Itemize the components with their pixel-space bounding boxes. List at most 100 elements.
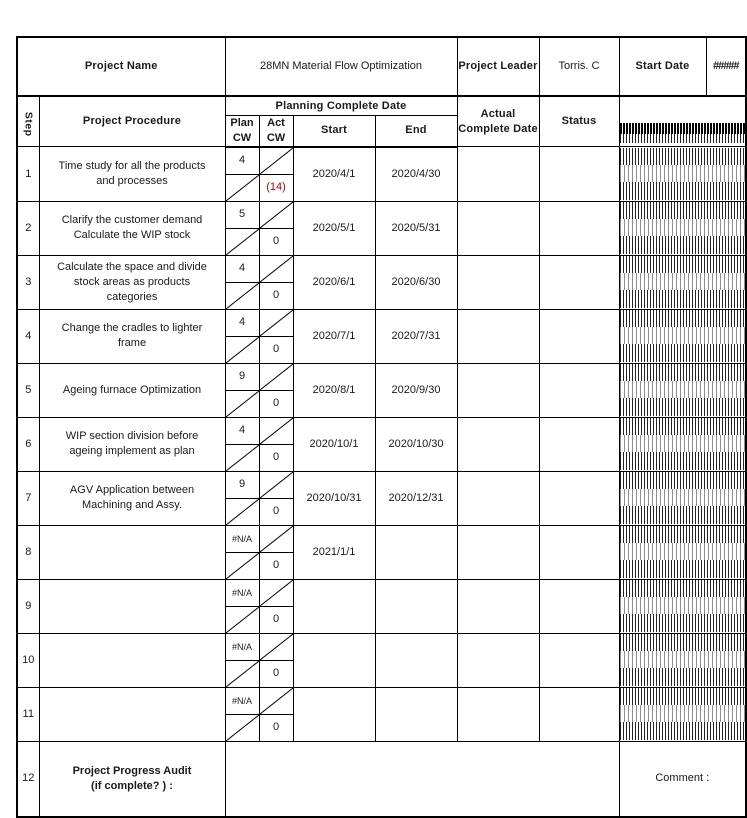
row-plan-cw[interactable]: 9	[224, 362, 260, 391]
row-status[interactable]	[538, 632, 620, 688]
gantt-bar-dense-2	[620, 398, 744, 417]
row-start-date[interactable]: 2020/4/1	[292, 146, 376, 202]
row-status[interactable]	[538, 416, 620, 472]
row-actual-complete-date[interactable]	[456, 200, 540, 256]
row-actual-complete-date[interactable]	[456, 632, 540, 688]
row-start-date[interactable]: 2020/6/1	[292, 254, 376, 310]
row-timeline-gantt[interactable]	[618, 416, 747, 472]
row-act-cw[interactable]: 0	[258, 659, 294, 688]
row-actual-complete-date[interactable]	[456, 416, 540, 472]
row-end-date[interactable]: 2020/4/30	[374, 146, 458, 202]
row-procedure[interactable]: Ageing furnace Optimization	[38, 362, 226, 418]
row-procedure[interactable]	[38, 578, 226, 634]
row-plan-cw[interactable]: #N/A	[224, 632, 260, 661]
project-leader-value[interactable]: Torris. C	[538, 36, 620, 97]
row-plan-cw[interactable]: 4	[224, 308, 260, 337]
row-act-cw[interactable]: 0	[258, 605, 294, 634]
row-end-date[interactable]	[374, 686, 458, 742]
comment-field[interactable]: Comment :	[618, 740, 747, 818]
row-end-date[interactable]: 2020/7/31	[374, 308, 458, 364]
row-end-date[interactable]: 2020/10/30	[374, 416, 458, 472]
row-act-cw[interactable]: 0	[258, 389, 294, 418]
row-procedure[interactable]	[38, 524, 226, 580]
row-status[interactable]	[538, 254, 620, 310]
row-act-cw[interactable]: 0	[258, 443, 294, 472]
row-end-date[interactable]	[374, 632, 458, 688]
row-actual-complete-date[interactable]	[456, 686, 540, 742]
row-timeline-gantt[interactable]	[618, 200, 747, 256]
row-end-date[interactable]	[374, 524, 458, 580]
row-start-date[interactable]	[292, 632, 376, 688]
row-status[interactable]	[538, 146, 620, 202]
row-actual-complete-date[interactable]	[456, 524, 540, 580]
gantt-bar-dense-2	[620, 344, 744, 363]
row-start-date[interactable]	[292, 686, 376, 742]
row-start-date[interactable]	[292, 578, 376, 634]
gantt-blank-strip	[620, 100, 744, 123]
row-procedure-line: Calculate the space and divide	[57, 260, 207, 273]
row-start-date[interactable]: 2020/10/1	[292, 416, 376, 472]
row-timeline-gantt[interactable]	[618, 362, 747, 418]
row-actual-complete-date[interactable]	[456, 146, 540, 202]
row-act-cw[interactable]: 0	[258, 281, 294, 310]
row-timeline-gantt[interactable]	[618, 254, 747, 310]
row-timeline-gantt[interactable]	[618, 632, 747, 688]
row-actual-complete-date[interactable]	[456, 362, 540, 418]
row-act-cw[interactable]: 0	[258, 713, 294, 742]
row-procedure[interactable]: Change the cradles to lighter frame	[38, 308, 226, 364]
row-status[interactable]	[538, 308, 620, 364]
row-timeline-gantt[interactable]	[618, 578, 747, 634]
row-plan-cw[interactable]: #N/A	[224, 686, 260, 715]
row-start-date[interactable]: 2020/10/31	[292, 470, 376, 526]
row-plan-cw[interactable]: 5	[224, 200, 260, 229]
row-procedure[interactable]: AGV Application between Machining and Ass…	[38, 470, 226, 526]
row-act-cw[interactable]: 0	[258, 335, 294, 364]
row-start-date[interactable]: 2020/7/1	[292, 308, 376, 364]
row-procedure[interactable]: WIP section division before ageing implem…	[38, 416, 226, 472]
row-plan-cw[interactable]: #N/A	[224, 524, 260, 553]
row-timeline-gantt[interactable]	[618, 524, 747, 580]
start-date-value[interactable]: #####	[705, 36, 747, 97]
row-status[interactable]	[538, 686, 620, 742]
row-status[interactable]	[538, 200, 620, 256]
gantt-bar-light	[620, 489, 744, 507]
row-status[interactable]	[538, 362, 620, 418]
row-plan-cw[interactable]: 9	[224, 470, 260, 499]
row-timeline-gantt[interactable]	[618, 308, 747, 364]
row-end-date[interactable]: 2020/9/30	[374, 362, 458, 418]
col-actual-complete-date: Actual Complete Date	[456, 95, 540, 148]
audit-blank-area[interactable]	[224, 740, 620, 818]
row-act-cw[interactable]: 0	[258, 551, 294, 580]
row-act-cw[interactable]: (14)	[258, 173, 294, 202]
row-plan-cw[interactable]: 4	[224, 146, 260, 175]
row-actual-complete-date[interactable]	[456, 254, 540, 310]
row-procedure[interactable]: Clarify the customer demand Calculate the…	[38, 200, 226, 256]
row-procedure[interactable]: Time study for all the products and proce…	[38, 146, 226, 202]
row-end-date[interactable]: 2020/12/31	[374, 470, 458, 526]
row-plan-cw[interactable]: 4	[224, 416, 260, 445]
row-end-date[interactable]: 2020/6/30	[374, 254, 458, 310]
row-status[interactable]	[538, 524, 620, 580]
row-act-cw[interactable]: 0	[258, 497, 294, 526]
row-procedure[interactable]	[38, 686, 226, 742]
row-timeline-gantt[interactable]	[618, 686, 747, 742]
row-actual-complete-date[interactable]	[456, 470, 540, 526]
row-start-date[interactable]: 2020/5/1	[292, 200, 376, 256]
row-procedure[interactable]	[38, 632, 226, 688]
row-plan-cw[interactable]: 4	[224, 254, 260, 283]
row-start-date[interactable]: 2020/8/1	[292, 362, 376, 418]
row-act-cw[interactable]: 0	[258, 227, 294, 256]
row-start-date[interactable]: 2021/1/1	[292, 524, 376, 580]
project-name-value[interactable]: 28MN Material Flow Optimization	[224, 36, 458, 97]
row-status[interactable]	[538, 578, 620, 634]
row-actual-complete-date[interactable]	[456, 308, 540, 364]
row-timeline-gantt[interactable]	[618, 470, 747, 526]
row-actual-complete-date[interactable]	[456, 578, 540, 634]
row-end-date[interactable]: 2020/5/31	[374, 200, 458, 256]
row-status[interactable]	[538, 470, 620, 526]
diagonal-strike-icon	[226, 607, 259, 633]
row-end-date[interactable]	[374, 578, 458, 634]
row-plan-cw[interactable]: #N/A	[224, 578, 260, 607]
row-procedure[interactable]: Calculate the space and divide stock area…	[38, 254, 226, 310]
row-timeline-gantt[interactable]	[618, 146, 747, 202]
